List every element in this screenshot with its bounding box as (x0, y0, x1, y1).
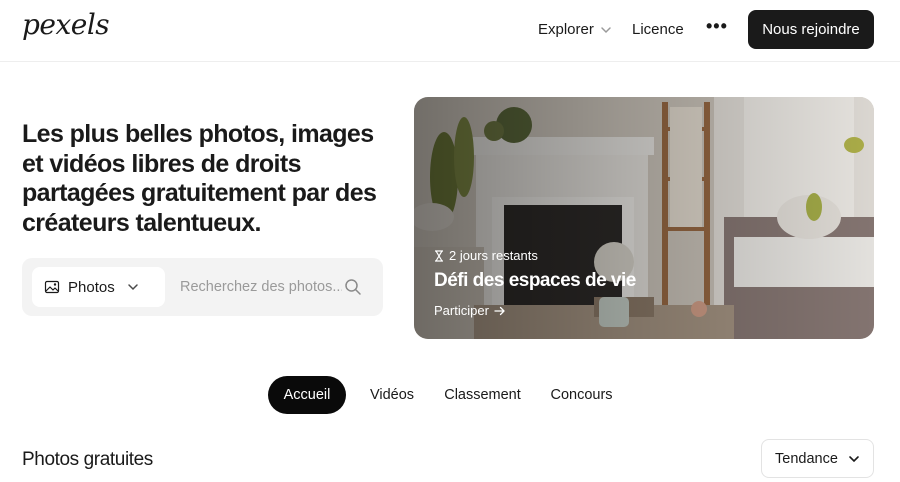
sort-label: Tendance (775, 450, 838, 467)
nav-explorer[interactable]: Explorer (538, 21, 612, 38)
pexels-logo[interactable]: pexels (22, 8, 110, 41)
search-bar: Photos (22, 258, 383, 316)
sort-dropdown[interactable]: Tendance (761, 439, 874, 478)
arrow-right-icon (494, 306, 505, 315)
tab-classement[interactable]: Classement (436, 376, 529, 414)
top-header: pexels Explorer Licence ••• Nous rejoind… (0, 0, 900, 62)
section-title: Photos gratuites (22, 449, 153, 470)
join-button[interactable]: Nous rejoindre (748, 10, 874, 49)
chevron-down-icon (127, 284, 138, 291)
nav-licence[interactable]: Licence (632, 21, 684, 38)
hourglass-icon (435, 249, 443, 262)
search-type-label: Photos (68, 278, 115, 296)
search-input[interactable] (172, 267, 342, 307)
days-left-text: 2 jours restants (449, 248, 538, 263)
tab-accueil[interactable]: Accueil (268, 376, 346, 414)
search-icon[interactable] (344, 278, 362, 296)
content-tabs: Accueil Vidéos Classement Concours (0, 376, 900, 414)
participate-label: Participer (434, 303, 489, 318)
nav-explorer-label: Explorer (538, 21, 594, 38)
tab-videos[interactable]: Vidéos (358, 376, 426, 414)
tab-concours[interactable]: Concours (541, 376, 622, 414)
days-left-label: 2 jours restants (434, 248, 538, 263)
image-icon (44, 280, 60, 294)
more-menu-icon[interactable]: ••• (706, 16, 728, 37)
challenge-title: Défi des espaces de vie (434, 270, 636, 291)
search-type-dropdown[interactable]: Photos (32, 267, 165, 307)
hero-title: Les plus belles photos, images et vidéos… (22, 120, 377, 237)
participate-link[interactable]: Participer (434, 303, 506, 318)
chevron-down-icon (601, 26, 611, 33)
challenge-card[interactable]: 2 jours restants Défi des espaces de vie… (414, 97, 874, 339)
chevron-down-icon (849, 455, 859, 462)
